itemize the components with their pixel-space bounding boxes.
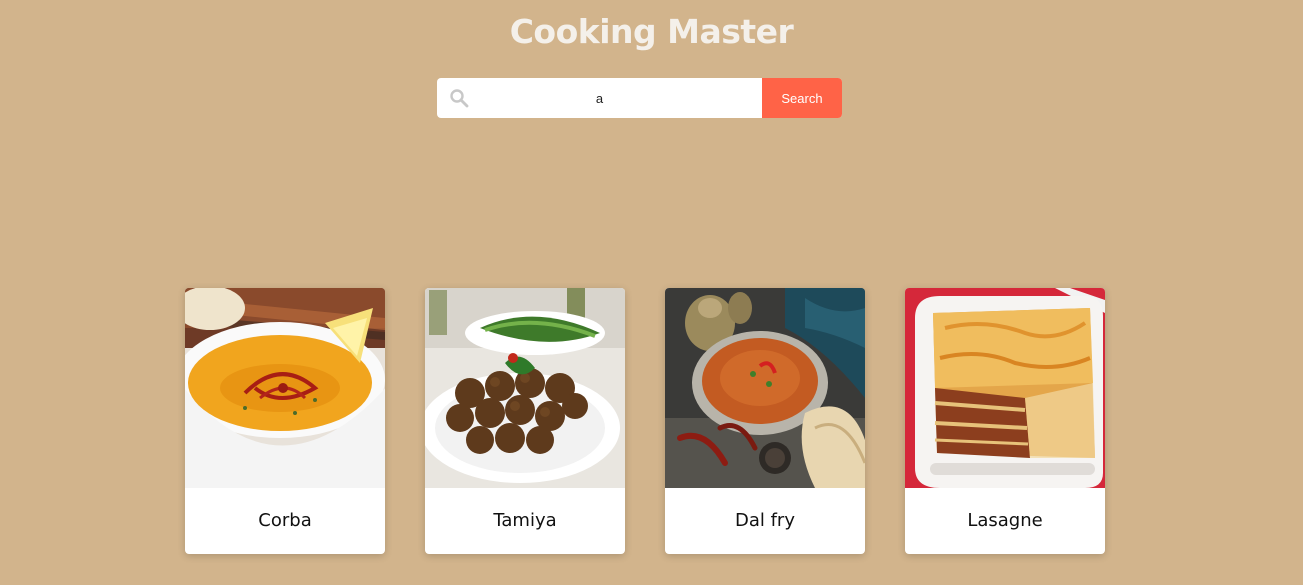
search-button[interactable]: Search [762,78,842,118]
meal-card[interactable]: Corba [185,288,385,554]
page-title: Cooking Master [509,12,794,51]
meal-list: Corba Tamiya Dal fry Lasagne [185,288,1105,554]
meal-card[interactable]: Lasagne [905,288,1105,554]
search-bar: Search [437,78,842,118]
search-input[interactable] [437,78,762,118]
search-icon [450,89,469,108]
meal-name: Lasagne [967,510,1043,531]
meal-card[interactable]: Tamiya [425,288,625,554]
curry-bowl-image [665,288,865,488]
meal-name: Corba [258,510,312,531]
lasagne-dish-image [905,288,1105,488]
falafel-plate-image [425,288,625,488]
meal-name: Tamiya [493,510,557,531]
page: Cooking Master Search [0,0,1303,585]
meal-name: Dal fry [734,510,795,531]
soup-bowl-image [185,288,385,488]
meal-card[interactable]: Dal fry [665,288,865,554]
search-field [437,78,762,118]
